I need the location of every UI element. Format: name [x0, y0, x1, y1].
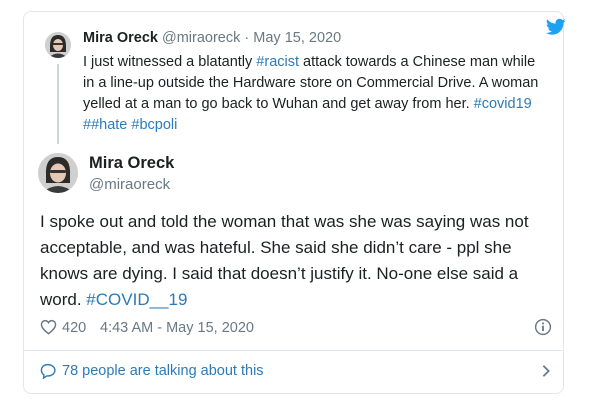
quoted-author-name[interactable]: Mira Oreck [83, 30, 158, 46]
info-icon[interactable] [534, 318, 552, 336]
quoted-header: Mira Oreck @miraoreck · May 15, 2020 [83, 30, 341, 46]
text-segment: I just witnessed a blatantly [83, 54, 257, 70]
quoted-author-handle[interactable]: @miraoreck [162, 30, 240, 46]
speech-bubble-icon [40, 363, 56, 379]
tweet-timestamp[interactable]: 4:43 AM - May 15, 2020 [100, 320, 254, 336]
author-handle[interactable]: @miraoreck [89, 176, 170, 193]
chevron-right-icon[interactable] [540, 364, 552, 378]
header-separator: · [244, 30, 250, 46]
quoted-avatar[interactable] [45, 32, 71, 58]
author-name[interactable]: Mira Oreck [89, 154, 174, 173]
hashtag-link[interactable]: #bcpoli [131, 117, 177, 133]
divider [24, 350, 563, 351]
tweet-card: Mira Oreck @miraoreck · May 15, 2020 I j… [23, 11, 566, 394]
talking-label[interactable]: 78 people are talking about this [62, 363, 264, 379]
tweet-text: I spoke out and told the woman that was … [40, 209, 550, 313]
author-avatar[interactable] [38, 153, 78, 193]
hashtag-link[interactable]: #COVID__19 [86, 290, 187, 309]
like-count[interactable]: 420 [62, 320, 86, 336]
hashtag-link[interactable]: ##hate [83, 117, 127, 133]
thread-connector [57, 64, 59, 144]
hashtag-link[interactable]: #covid19 [474, 96, 532, 112]
quoted-tweet-text: I just witnessed a blatantly #racist att… [83, 52, 543, 136]
twitter-bird-icon[interactable] [546, 18, 566, 36]
quoted-date[interactable]: May 15, 2020 [253, 30, 341, 46]
hashtag-link[interactable]: #racist [256, 54, 299, 70]
heart-icon[interactable] [40, 319, 57, 335]
